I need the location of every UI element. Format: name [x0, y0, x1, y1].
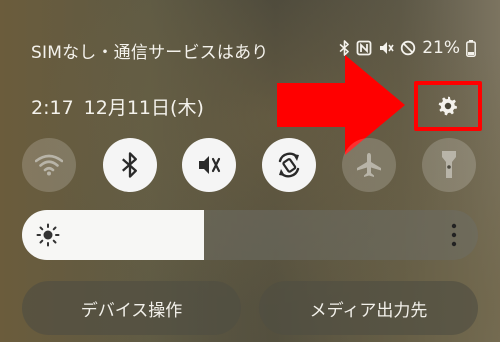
battery-percent: 21%: [422, 38, 460, 58]
flashlight-icon: [442, 151, 456, 178]
mute-icon: [380, 42, 394, 54]
rotate-icon: [278, 152, 300, 178]
carrier-status: SIMなし・通信サービスはあり: [31, 43, 269, 63]
bluetooth-toggle[interactable]: [103, 138, 157, 192]
flashlight-toggle[interactable]: [422, 138, 476, 192]
gear-icon: [438, 96, 458, 116]
brightness-slider[interactable]: [22, 210, 478, 260]
bluetooth-icon: [339, 40, 350, 56]
more-options-icon[interactable]: [450, 223, 458, 247]
date: 12月11日(木): [83, 97, 204, 119]
settings-highlight-box: [414, 81, 482, 131]
clock-row: 2:17 12月11日(木): [31, 93, 214, 120]
wifi-toggle[interactable]: [22, 138, 76, 192]
airplane-icon: [357, 153, 381, 177]
device-control-button[interactable]: デバイス操作: [22, 281, 241, 335]
time: 2:17: [31, 97, 74, 119]
auto-rotate-toggle[interactable]: [262, 138, 316, 192]
mute-icon: [199, 156, 221, 174]
battery-icon: [466, 39, 476, 57]
mute-toggle[interactable]: [182, 138, 236, 192]
wifi-icon: [35, 154, 63, 176]
do-not-disturb-icon: [401, 40, 416, 56]
bluetooth-icon: [122, 152, 137, 178]
status-bar: SIMなし・通信サービスはあり 21%: [0, 38, 500, 66]
sun-icon: [36, 223, 60, 247]
quick-settings-toggles: [22, 138, 482, 192]
nfc-icon: [356, 40, 372, 56]
settings-button[interactable]: [437, 95, 459, 117]
airplane-mode-toggle[interactable]: [342, 138, 396, 192]
media-output-button[interactable]: メディア出力先: [259, 281, 478, 335]
